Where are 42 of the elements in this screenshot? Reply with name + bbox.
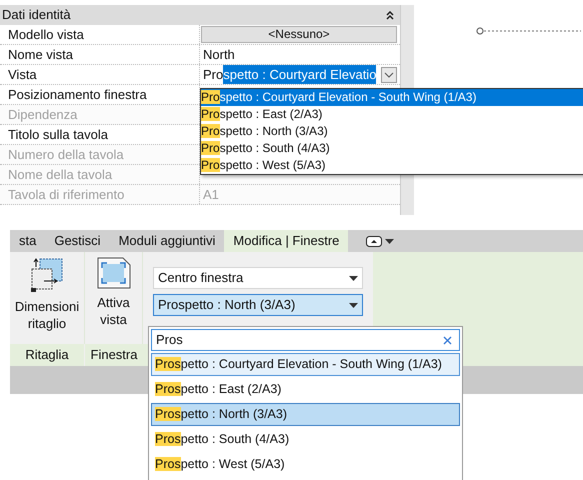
collapse-icon[interactable] [386,10,394,20]
dropdown-option[interactable]: Prospetto : East (2/A3) [201,106,583,123]
clear-icon[interactable] [443,336,452,344]
panel-label: Ritaglia [25,346,69,364]
property-label: Dipendenza [8,106,78,124]
dropdown-button[interactable] [381,66,397,82]
view-frame-icon [96,257,130,289]
ribbon-tab[interactable]: sta [10,230,46,252]
chevron-down-icon [384,72,394,78]
property-label: Modello vista [8,26,84,44]
crop-size-icon [30,257,64,293]
ribbon-button[interactable]: Attiva vista [85,252,142,337]
caret-icon [385,238,394,244]
section-header: Dati identità [2,6,71,24]
ribbon-tab[interactable]: Modifica | Finestre [224,230,348,252]
view-combo[interactable]: Prospetto : Courtyard Elevatio [201,66,397,84]
caret-icon [349,302,358,308]
dropdown-option[interactable]: Prospetto : West (5/A3) [201,157,583,174]
list-option[interactable]: Prospetto : North (3/A3) [151,403,460,426]
property-label: Titolo sulla tavola [8,126,108,144]
property-label: Tavola di riferimento [8,186,124,204]
property-label: Numero della tavola [8,146,124,164]
property-value: A1 [202,186,220,204]
ribbon-combo[interactable]: Centro finestra [153,267,363,289]
property-label: Posizionamento finestra [8,86,147,104]
panel-label: Finestra [90,346,138,364]
ribbon-combo[interactable]: Prospetto : North (3/A3) [153,294,363,316]
list-option[interactable]: Prospetto : Courtyard Elevation - South Wing (1/A3) [151,353,460,376]
search-field[interactable]: Pros [151,329,460,351]
ribbon-tab[interactable]: Moduli aggiuntivi [110,230,224,252]
dropdown-option[interactable]: Prospetto : South (4/A3) [201,140,583,157]
property-value: North [202,46,236,64]
property-label: Vista [8,66,37,84]
ribbon-tab[interactable]: Gestisci [45,230,110,252]
dropdown-option[interactable]: Prospetto : North (3/A3) [201,123,583,140]
property-label: Nome vista [8,46,74,64]
ribbon-button[interactable]: Dimensioni ritaglio [10,252,84,337]
caret-icon [349,276,358,280]
property-label: Nome della tavola [8,166,112,184]
value-button[interactable]: <Nessuno> [201,26,397,43]
dropdown-option[interactable]: Prospetto : Courtyard Elevation - South Wing (1/A3) [201,89,583,106]
panel-toggle-icon [366,236,382,246]
